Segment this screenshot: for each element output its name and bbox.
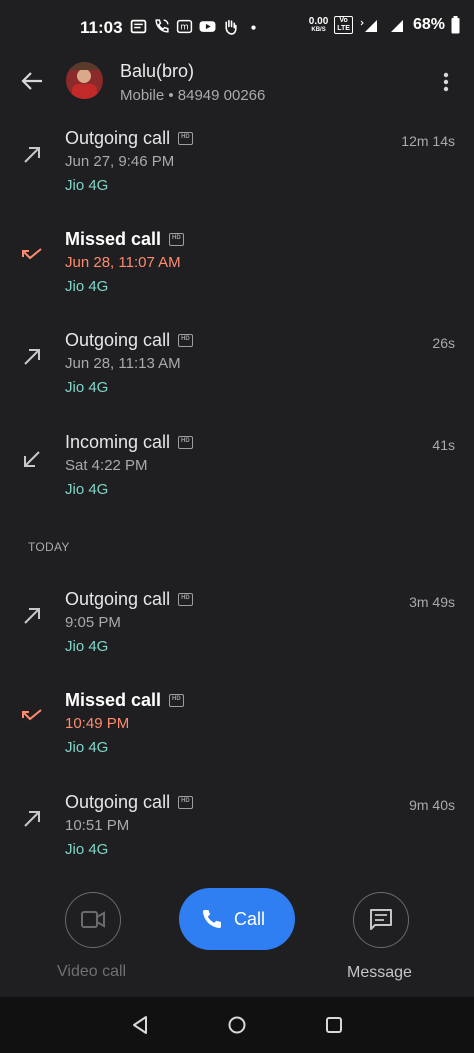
call-time: 9:05 PM (65, 614, 121, 631)
incoming-call-icon (20, 447, 44, 471)
video-call-button[interactable] (65, 892, 121, 948)
video-camera-icon (80, 910, 105, 928)
contact-header: Balu(bro) Mobile • 84949 00266 (0, 56, 474, 118)
call-duration: 3m 49s (409, 594, 455, 610)
net-speed: 0.00 KB/S (308, 15, 329, 33)
call-type-label: Incoming call (65, 432, 171, 452)
battery-icon (451, 16, 460, 34)
call-entry[interactable]: Outgoing call HD Jun 28, 11:13 AM Jio 4G 26s (0, 330, 474, 420)
call-entry[interactable]: Outgoing call HD 9:05 PM Jio 4G 3m 49s (0, 589, 474, 679)
call-time: 10:49 PM (65, 715, 130, 732)
call-time: Jun 28, 11:07 AM (65, 254, 181, 271)
call-time: Jun 27, 9:46 PM (65, 153, 175, 170)
call-time: Jun 28, 11:13 AM (65, 355, 181, 372)
call-type-label: Outgoing call (65, 792, 171, 812)
back-arrow-icon[interactable] (18, 66, 48, 96)
nav-home-icon[interactable] (227, 1015, 247, 1035)
wifi-call-icon (155, 19, 169, 33)
contact-number: Mobile • 84949 00266 (120, 87, 266, 104)
system-icons: 0.00 KB/S Vo LTE 68% (309, 16, 460, 34)
call-type: Outgoing call HD (65, 330, 193, 351)
call-type-label: Outgoing call (65, 330, 171, 350)
call-network: Jio 4G (65, 177, 109, 194)
avatar[interactable] (66, 62, 103, 99)
call-duration: 12m 14s (401, 133, 455, 149)
call-entry[interactable]: Missed call HD Jun 28, 11:07 AM Jio 4G (0, 229, 474, 319)
call-duration: 9m 40s (409, 797, 455, 813)
call-type: Outgoing call HD (65, 792, 193, 813)
call-button[interactable]: Call (179, 888, 295, 950)
call-network: Jio 4G (65, 481, 109, 498)
call-duration: 41s (432, 437, 455, 453)
status-bar: 11:03 m 0.00 KB/S Vo LTE 68% (0, 0, 474, 56)
missed-call-icon (20, 705, 44, 729)
nav-back-icon[interactable] (130, 1015, 150, 1035)
call-type: Missed call HD (65, 229, 184, 250)
signal-r-icon (390, 20, 403, 32)
m-app-icon: m (176, 19, 193, 34)
call-time: Sat 4:22 PM (65, 457, 148, 474)
call-button-label: Call (234, 909, 266, 929)
hd-badge-icon: HD (178, 796, 193, 809)
phone-icon (202, 910, 221, 929)
hd-badge-icon: HD (178, 593, 193, 606)
call-type-label: Missed call (65, 229, 162, 249)
system-nav-bar (0, 997, 474, 1053)
notification-icons: m (130, 18, 262, 35)
call-network: Jio 4G (65, 379, 109, 396)
call-network: Jio 4G (65, 638, 109, 655)
call-entry[interactable]: Outgoing call HD Jun 27, 9:46 PM Jio 4G 12m … (0, 128, 474, 218)
missed-call-icon (20, 244, 44, 268)
call-entry[interactable]: Incoming call HD Sat 4:22 PM Jio 4G 41s (0, 432, 474, 522)
call-type: Outgoing call HD (65, 589, 193, 610)
youtube-icon (199, 21, 216, 32)
section-header-today: TODAY (28, 540, 70, 554)
call-type-label: Outgoing call (65, 128, 171, 148)
call-time: 10:51 PM (65, 817, 130, 834)
call-type: Incoming call HD (65, 432, 193, 453)
gesture-hand-icon (225, 19, 237, 35)
nav-recents-icon[interactable] (324, 1015, 344, 1035)
call-network: Jio 4G (65, 278, 109, 295)
call-type: Missed call HD (65, 690, 184, 711)
message-button[interactable] (353, 892, 409, 948)
hd-badge-icon: HD (169, 694, 184, 707)
message-icon (130, 19, 147, 34)
outgoing-call-icon (20, 807, 44, 831)
volte-icon: Vo LTE (334, 16, 353, 34)
message-bubble-icon (369, 908, 392, 930)
message-label: Message (347, 964, 412, 981)
outgoing-call-icon (20, 345, 44, 369)
call-entry[interactable]: Outgoing call HD 10:51 PM Jio 4G 9m 40s (0, 792, 474, 882)
hd-badge-icon: HD (178, 436, 193, 449)
svg-text:m: m (180, 23, 188, 33)
signal-4g-icon (360, 20, 377, 32)
status-time: 11:03 (80, 18, 123, 37)
call-type-label: Missed call (65, 690, 162, 710)
call-duration: 26s (432, 335, 455, 351)
more-vert-icon[interactable] (436, 70, 456, 94)
hd-badge-icon: HD (169, 233, 184, 246)
call-entry[interactable]: Missed call HD 10:49 PM Jio 4G (0, 690, 474, 780)
call-type-label: Outgoing call (65, 589, 171, 609)
call-network: Jio 4G (65, 739, 109, 756)
hd-badge-icon: HD (178, 132, 193, 145)
outgoing-call-icon (20, 604, 44, 628)
contact-name: Balu(bro) (120, 61, 195, 81)
call-type: Outgoing call HD (65, 128, 193, 149)
dot-icon (251, 25, 256, 30)
hd-badge-icon: HD (178, 334, 193, 347)
battery-percent: 68% (412, 16, 445, 33)
call-network: Jio 4G (65, 841, 109, 858)
video-call-label: Video call (57, 963, 127, 980)
outgoing-call-icon (20, 143, 44, 167)
